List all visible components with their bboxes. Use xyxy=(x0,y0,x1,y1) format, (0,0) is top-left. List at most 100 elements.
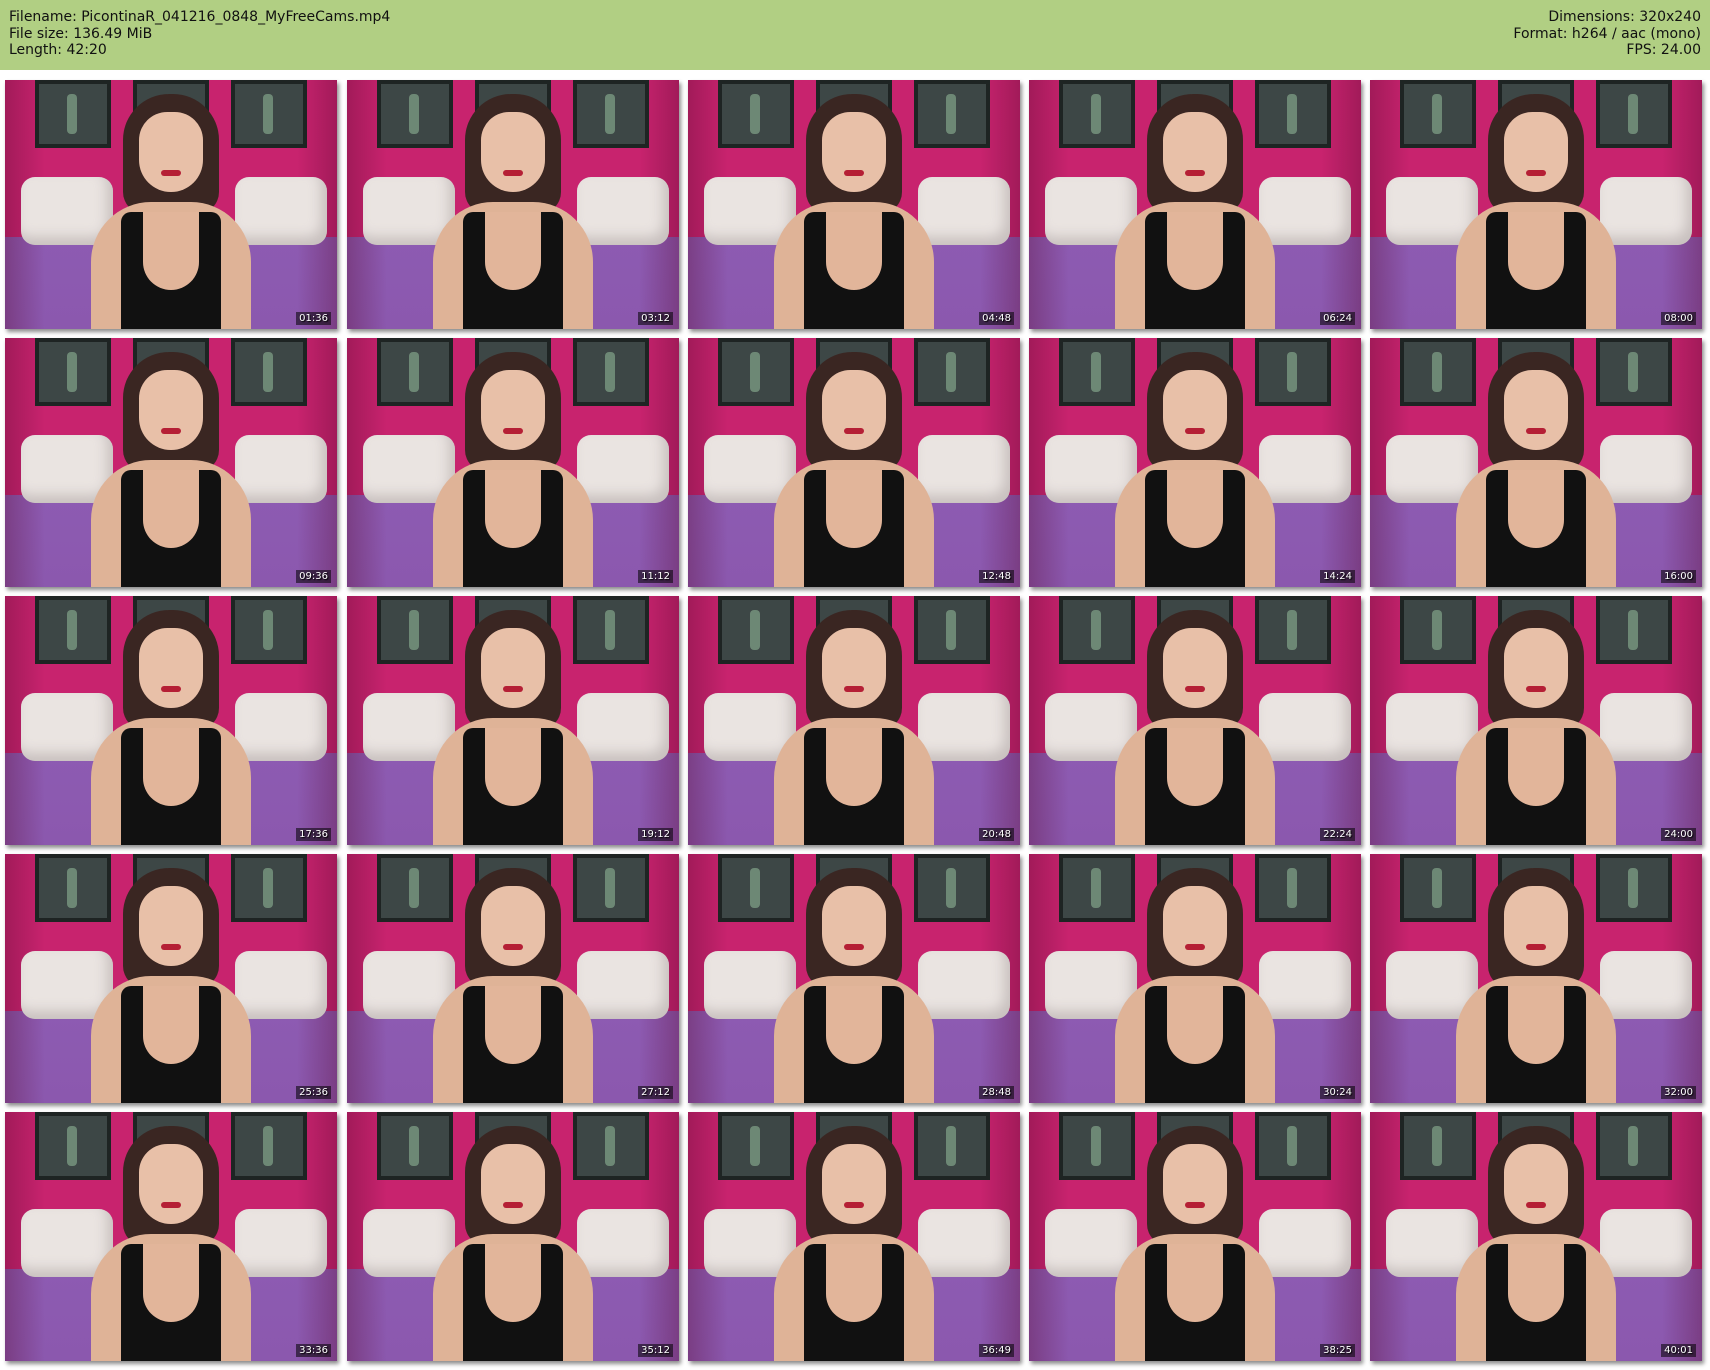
face xyxy=(139,1144,203,1224)
timestamp-label: 22:24 xyxy=(1320,828,1355,841)
neckline xyxy=(1508,1244,1564,1322)
lips xyxy=(503,944,523,950)
length-text: Length: 42:20 xyxy=(9,42,107,58)
face xyxy=(1163,370,1227,450)
lips xyxy=(844,944,864,950)
person-figure xyxy=(423,1126,603,1361)
person-figure xyxy=(1105,868,1285,1103)
fps-text: FPS: 24.00 xyxy=(1626,42,1701,58)
face xyxy=(822,112,886,192)
timestamp-label: 30:24 xyxy=(1320,1086,1355,1099)
timestamp-label: 20:48 xyxy=(979,828,1014,841)
neckline xyxy=(1167,1244,1223,1322)
person-figure xyxy=(1105,610,1285,845)
neckline xyxy=(143,1244,199,1322)
lips xyxy=(1526,1202,1546,1208)
video-thumbnail: 28:48 xyxy=(688,854,1020,1103)
neckline xyxy=(1508,470,1564,548)
video-thumbnail: 16:00 xyxy=(1370,338,1702,587)
video-thumbnail: 40:01 xyxy=(1370,1112,1702,1361)
lips xyxy=(161,686,181,692)
file-info-left: Filename: PicontinaR_041216_0848_MyFreeC… xyxy=(9,9,390,70)
timestamp-label: 12:48 xyxy=(979,570,1014,583)
timestamp-label: 38:25 xyxy=(1320,1344,1355,1357)
lips xyxy=(1526,944,1546,950)
neckline xyxy=(1167,986,1223,1064)
face xyxy=(1163,112,1227,192)
neckline xyxy=(485,986,541,1064)
neckline xyxy=(485,1244,541,1322)
timestamp-label: 04:48 xyxy=(979,312,1014,325)
neckline xyxy=(1508,986,1564,1064)
lips xyxy=(161,944,181,950)
timestamp-label: 11:12 xyxy=(638,570,673,583)
lips xyxy=(844,428,864,434)
timestamp-label: 03:12 xyxy=(638,312,673,325)
timestamp-label: 33:36 xyxy=(296,1344,331,1357)
neckline xyxy=(1167,212,1223,290)
timestamp-label: 25:36 xyxy=(296,1086,331,1099)
face xyxy=(139,628,203,708)
video-thumbnail: 19:12 xyxy=(347,596,679,845)
neckline xyxy=(1167,470,1223,548)
timestamp-label: 19:12 xyxy=(638,828,673,841)
timestamp-label: 32:00 xyxy=(1661,1086,1696,1099)
person-figure xyxy=(423,94,603,329)
face xyxy=(1504,370,1568,450)
neckline xyxy=(485,212,541,290)
neckline xyxy=(1508,728,1564,806)
video-thumbnail: 01:36 xyxy=(5,80,337,329)
lips xyxy=(1185,1202,1205,1208)
lips xyxy=(503,428,523,434)
face xyxy=(822,628,886,708)
neckline xyxy=(143,986,199,1064)
lips xyxy=(844,1202,864,1208)
neckline xyxy=(826,986,882,1064)
video-thumbnail: 11:12 xyxy=(347,338,679,587)
video-thumbnail: 08:00 xyxy=(1370,80,1702,329)
person-figure xyxy=(1105,94,1285,329)
face xyxy=(481,112,545,192)
person-figure xyxy=(423,610,603,845)
timestamp-label: 24:00 xyxy=(1661,828,1696,841)
face xyxy=(139,886,203,966)
neckline xyxy=(143,728,199,806)
lips xyxy=(161,170,181,176)
video-thumbnail: 22:24 xyxy=(1029,596,1361,845)
face xyxy=(822,370,886,450)
lips xyxy=(1526,428,1546,434)
lips xyxy=(1526,686,1546,692)
timestamp-label: 28:48 xyxy=(979,1086,1014,1099)
lips xyxy=(1185,170,1205,176)
video-thumbnail: 04:48 xyxy=(688,80,1020,329)
person-figure xyxy=(423,352,603,587)
timestamp-label: 27:12 xyxy=(638,1086,673,1099)
video-thumbnail: 35:12 xyxy=(347,1112,679,1361)
lips xyxy=(1185,428,1205,434)
lips xyxy=(1185,686,1205,692)
lips xyxy=(844,686,864,692)
lips xyxy=(503,1202,523,1208)
person-figure xyxy=(81,352,261,587)
lips xyxy=(503,170,523,176)
person-figure xyxy=(1446,352,1626,587)
timestamp-label: 01:36 xyxy=(296,312,331,325)
face xyxy=(1504,112,1568,192)
person-figure xyxy=(1105,352,1285,587)
person-figure xyxy=(1446,1126,1626,1361)
neckline xyxy=(826,728,882,806)
video-thumbnail: 17:36 xyxy=(5,596,337,845)
video-thumbnail: 36:49 xyxy=(688,1112,1020,1361)
lips xyxy=(1185,944,1205,950)
timestamp-label: 16:00 xyxy=(1661,570,1696,583)
person-figure xyxy=(81,868,261,1103)
neckline xyxy=(826,1244,882,1322)
timestamp-label: 06:24 xyxy=(1320,312,1355,325)
person-figure xyxy=(1446,868,1626,1103)
face xyxy=(139,112,203,192)
video-thumbnail: 33:36 xyxy=(5,1112,337,1361)
face xyxy=(1504,1144,1568,1224)
video-thumbnail: 24:00 xyxy=(1370,596,1702,845)
face xyxy=(481,370,545,450)
face xyxy=(1163,628,1227,708)
